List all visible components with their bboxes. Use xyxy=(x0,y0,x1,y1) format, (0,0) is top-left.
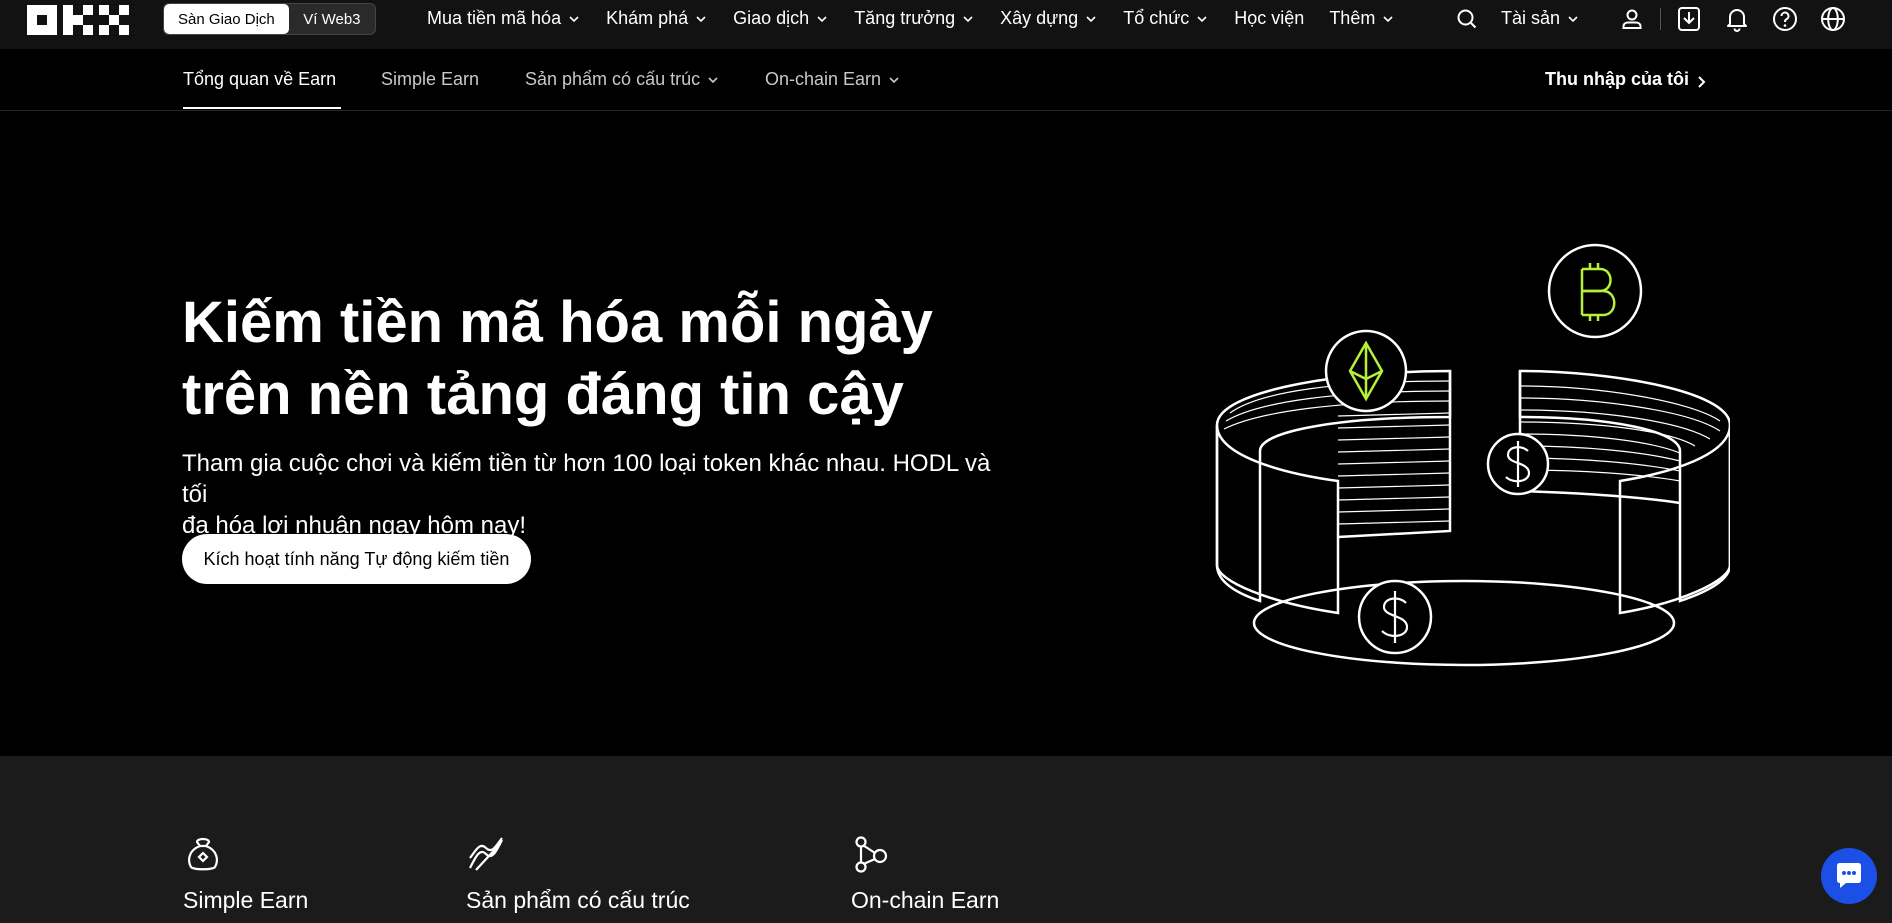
earn-subnav: Tổng quan về Earn Simple Earn Sản phẩm c… xyxy=(0,49,1892,111)
menu-institutional[interactable]: Tổ chức xyxy=(1123,8,1209,29)
chevron-down-icon xyxy=(961,12,975,26)
product-title: Sản phẩm có cấu trúc xyxy=(466,887,690,913)
user-icon[interactable] xyxy=(1618,5,1646,33)
subnav-structured-products[interactable]: Sản phẩm có cấu trúc xyxy=(525,69,720,90)
menu-grow[interactable]: Tăng trưởng xyxy=(854,8,975,29)
menu-build[interactable]: Xây dựng xyxy=(1000,8,1098,29)
product-structured[interactable]: Sản phẩm có cấu trúc xyxy=(466,834,690,914)
menu-label: Tổ chức xyxy=(1123,8,1190,28)
front-left-band-shape xyxy=(1215,424,1340,615)
bell-icon[interactable] xyxy=(1723,5,1751,33)
enable-auto-earn-button[interactable]: Kích hoạt tính năng Tự động kiếm tiền xyxy=(182,534,531,584)
chevron-down-icon xyxy=(1566,12,1580,26)
earn-illustration xyxy=(1200,241,1732,681)
chevron-down-icon xyxy=(1195,12,1209,26)
money-bag-icon xyxy=(183,834,223,874)
menu-label: Khám phá xyxy=(606,8,689,28)
menu-label: Mua tiền mã hóa xyxy=(427,8,562,28)
chevron-down-icon xyxy=(887,73,901,87)
product-simple-earn[interactable]: Simple Earn xyxy=(183,834,308,914)
chevron-down-icon xyxy=(1084,12,1098,26)
subnav-label: Sản phẩm có cấu trúc xyxy=(525,69,701,89)
menu-academy[interactable]: Học viện xyxy=(1234,8,1304,29)
subnav-onchain-earn[interactable]: On-chain Earn xyxy=(765,69,901,90)
hero-subtitle: Tham gia cuộc chơi và kiếm tiền từ hơn 1… xyxy=(182,448,1012,541)
subnav-label: Simple Earn xyxy=(381,69,480,89)
right-stripes xyxy=(1519,385,1721,482)
subnav-earn-overview[interactable]: Tổng quan về Earn xyxy=(183,69,336,90)
structured-product-icon xyxy=(466,834,506,874)
chevron-down-icon xyxy=(706,73,720,87)
exchange-mode-button[interactable]: Sàn Giao Dịch xyxy=(164,4,289,34)
assets-menu[interactable]: Tài sản xyxy=(1501,8,1580,29)
product-title: Simple Earn xyxy=(183,887,309,913)
top-navigation: Sàn Giao Dịch Ví Web3 Mua tiền mã hóa Kh… xyxy=(0,0,1892,49)
my-earnings-link[interactable]: Thu nhập của tôi xyxy=(1545,69,1707,90)
subnav-label: Tổng quan về Earn xyxy=(183,69,337,89)
help-icon[interactable] xyxy=(1771,5,1799,33)
my-earnings-label: Thu nhập của tôi xyxy=(1545,69,1689,89)
nav-divider xyxy=(1660,7,1662,30)
hero-title-line-2: trên nền tảng đáng tin cậy xyxy=(182,362,904,427)
chevron-right-icon xyxy=(1695,73,1707,88)
menu-label: Học viện xyxy=(1234,8,1305,28)
chat-bubble-icon xyxy=(1834,862,1864,890)
chevron-down-icon xyxy=(694,12,708,26)
chevron-down-icon xyxy=(815,12,829,26)
chevron-down-icon xyxy=(1381,12,1395,26)
menu-label: Thêm xyxy=(1329,8,1376,28)
network-nodes-icon xyxy=(851,834,891,874)
menu-buy-crypto[interactable]: Mua tiền mã hóa xyxy=(427,8,581,29)
menu-label: Xây dựng xyxy=(1000,8,1079,28)
hero-title: Kiếm tiền mã hóa mỗi ngày trên nền tảng … xyxy=(182,287,1002,431)
hero-title-line-1: Kiếm tiền mã hóa mỗi ngày xyxy=(182,290,933,355)
subnav-label: On-chain Earn xyxy=(765,69,882,89)
menu-label: Tăng trưởng xyxy=(854,8,956,28)
okx-logo[interactable] xyxy=(27,5,129,35)
exchange-wallet-toggle: Sàn Giao Dịch Ví Web3 xyxy=(163,3,376,35)
hero-section: Kiếm tiền mã hóa mỗi ngày trên nền tảng … xyxy=(0,111,1892,756)
assets-label: Tài sản xyxy=(1501,8,1561,28)
product-onchain-earn[interactable]: On-chain Earn xyxy=(851,834,999,914)
earn-products-section: Simple Earn Sản phẩm có cấu trúc On-chai… xyxy=(0,756,1892,923)
globe-icon[interactable] xyxy=(1819,5,1847,33)
menu-more[interactable]: Thêm xyxy=(1329,8,1395,29)
active-tab-indicator xyxy=(183,107,341,109)
product-title: On-chain Earn xyxy=(851,887,1000,913)
menu-discover[interactable]: Khám phá xyxy=(606,8,708,29)
web3-wallet-mode-button[interactable]: Ví Web3 xyxy=(289,4,375,34)
menu-trade[interactable]: Giao dịch xyxy=(733,8,829,29)
support-chat-button[interactable] xyxy=(1821,848,1877,904)
base-platform-shape xyxy=(1252,579,1676,667)
menu-label: Giao dịch xyxy=(733,8,810,28)
search-icon[interactable] xyxy=(1453,5,1481,33)
hero-subtitle-line-1: Tham gia cuộc chơi và kiếm tiền từ hơn 1… xyxy=(182,450,991,508)
nav-right-actions: Tài sản xyxy=(1453,0,1847,37)
download-icon[interactable] xyxy=(1675,5,1703,33)
subnav-simple-earn[interactable]: Simple Earn xyxy=(381,69,479,90)
main-menu: Mua tiền mã hóa Khám phá Giao dịch Tăng … xyxy=(427,0,1420,37)
chevron-down-icon xyxy=(567,12,581,26)
